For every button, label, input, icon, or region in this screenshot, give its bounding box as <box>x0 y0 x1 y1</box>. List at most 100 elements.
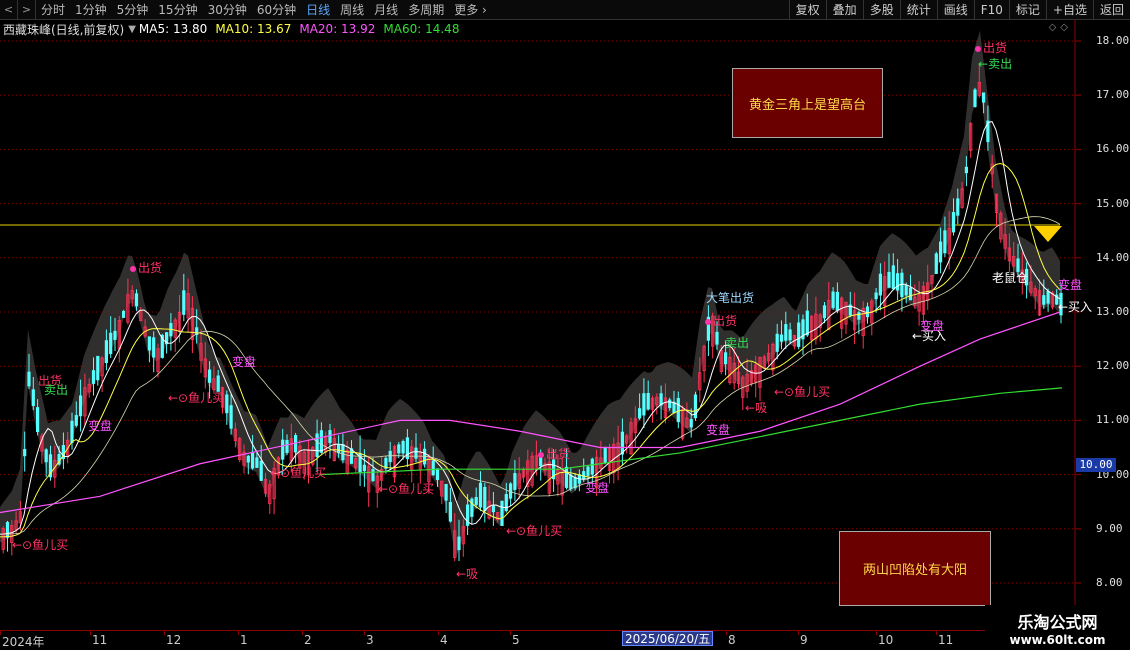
candle-body <box>500 500 504 526</box>
price-label: 12.00 <box>1096 359 1130 373</box>
candle-body <box>250 451 255 469</box>
candle-body <box>91 370 96 384</box>
sell-signal: 出货 <box>705 315 737 328</box>
candle-body <box>491 505 496 513</box>
candle-body <box>5 521 10 538</box>
candle-body <box>896 273 900 291</box>
time-tick <box>876 631 877 635</box>
note-box-bottom: 两山凹陷处有大阳 <box>839 531 991 606</box>
variation-signal: 变盘 <box>585 481 610 495</box>
candle-body <box>388 450 392 462</box>
candle-body <box>319 430 324 453</box>
candle-body <box>478 482 483 508</box>
candle-body <box>23 449 27 457</box>
fish-buy-signal: ←⊙鱼儿买 <box>168 391 225 405</box>
time-label: 5 <box>512 633 520 647</box>
candle-body <box>31 389 35 407</box>
candle-body <box>36 407 40 433</box>
candle-body <box>676 397 680 423</box>
candle-body <box>973 89 977 108</box>
time-tick <box>0 631 1 635</box>
candle-body <box>642 393 646 416</box>
time-tick <box>364 631 365 635</box>
candle-body <box>904 285 908 296</box>
candle-body <box>397 444 401 454</box>
fish-buy-signal: ←⊙鱼儿买 <box>774 385 831 399</box>
candle-body <box>1046 290 1050 304</box>
candle-body <box>964 166 969 174</box>
signal-dot-icon <box>130 265 136 272</box>
candle-body <box>336 443 341 454</box>
candle-body <box>943 230 947 254</box>
candle-body <box>435 468 440 480</box>
candle-body <box>504 494 508 511</box>
candle-body <box>147 336 151 351</box>
time-tick <box>90 631 91 635</box>
watermark: 乐淘公式网 www.60lt.com <box>985 605 1130 650</box>
price-label: 18.00 <box>1096 34 1130 47</box>
time-tick <box>438 631 439 635</box>
down-triangle-icon <box>1034 226 1062 242</box>
fish-buy-signal: ←⊙鱼儿买 <box>506 524 563 538</box>
candle-body <box>70 420 74 443</box>
current-price-marker: 10.00 <box>1076 458 1116 472</box>
candle-body <box>689 419 693 428</box>
candle-body <box>285 440 289 453</box>
candle-body <box>865 306 870 318</box>
candle-body <box>590 458 594 475</box>
candle-body <box>779 334 784 342</box>
candle-body <box>362 464 367 472</box>
variation-signal: 变盘 <box>920 319 945 333</box>
candle-body <box>431 460 435 476</box>
time-tick <box>510 631 511 635</box>
buy-in-signal: ←买入 <box>1058 300 1093 314</box>
time-label: 11 <box>938 633 954 647</box>
candle-body <box>831 291 835 308</box>
candle-body <box>474 497 478 505</box>
candle-body <box>513 473 517 490</box>
price-label: 11.00 <box>1096 413 1130 427</box>
signal-dot-icon <box>705 318 711 325</box>
big-sell-signal: 大笔出货 <box>706 291 755 305</box>
time-label: 11 <box>92 633 108 647</box>
sell-out-signal: 卖出 <box>725 336 750 350</box>
candle-body <box>646 393 650 410</box>
candle-body <box>724 352 728 365</box>
candle-body <box>457 536 461 551</box>
candle-body <box>225 394 229 414</box>
candle-body <box>891 265 895 290</box>
candle-body <box>582 471 586 480</box>
time-tick <box>798 631 799 635</box>
fish-buy-signal: ←⊙鱼儿买 <box>12 538 69 552</box>
time-label: 2 <box>304 633 312 647</box>
candle-body <box>603 447 607 463</box>
price-label: 8.00 <box>1096 576 1123 589</box>
candle-body <box>483 486 487 512</box>
candle-body <box>775 333 779 352</box>
signal-dot-icon <box>975 45 981 52</box>
candle-body <box>27 371 31 387</box>
price-label: 15.00 <box>1096 196 1130 210</box>
candle-body <box>414 447 418 459</box>
time-label: 1 <box>240 633 248 647</box>
candle-body <box>638 408 642 419</box>
variation-signal: 变盘 <box>1058 278 1083 292</box>
variation-signal: 变盘 <box>232 355 257 369</box>
candle-body <box>182 290 186 315</box>
candle-body <box>315 433 319 458</box>
candle-body <box>784 324 788 341</box>
candle-body <box>982 92 986 103</box>
candle-body <box>939 241 943 263</box>
candle-body <box>79 395 83 417</box>
candle-body <box>255 457 259 468</box>
candle-body <box>874 292 878 300</box>
candle-body <box>934 253 938 274</box>
candle-body <box>956 198 960 216</box>
candle-body <box>1042 295 1046 305</box>
time-label: 4 <box>440 633 448 647</box>
candle-body <box>74 415 78 426</box>
candle-body <box>229 405 233 429</box>
sell-signal: 出货 <box>975 42 1007 55</box>
candle-body <box>444 483 448 501</box>
candle-body <box>668 399 672 409</box>
